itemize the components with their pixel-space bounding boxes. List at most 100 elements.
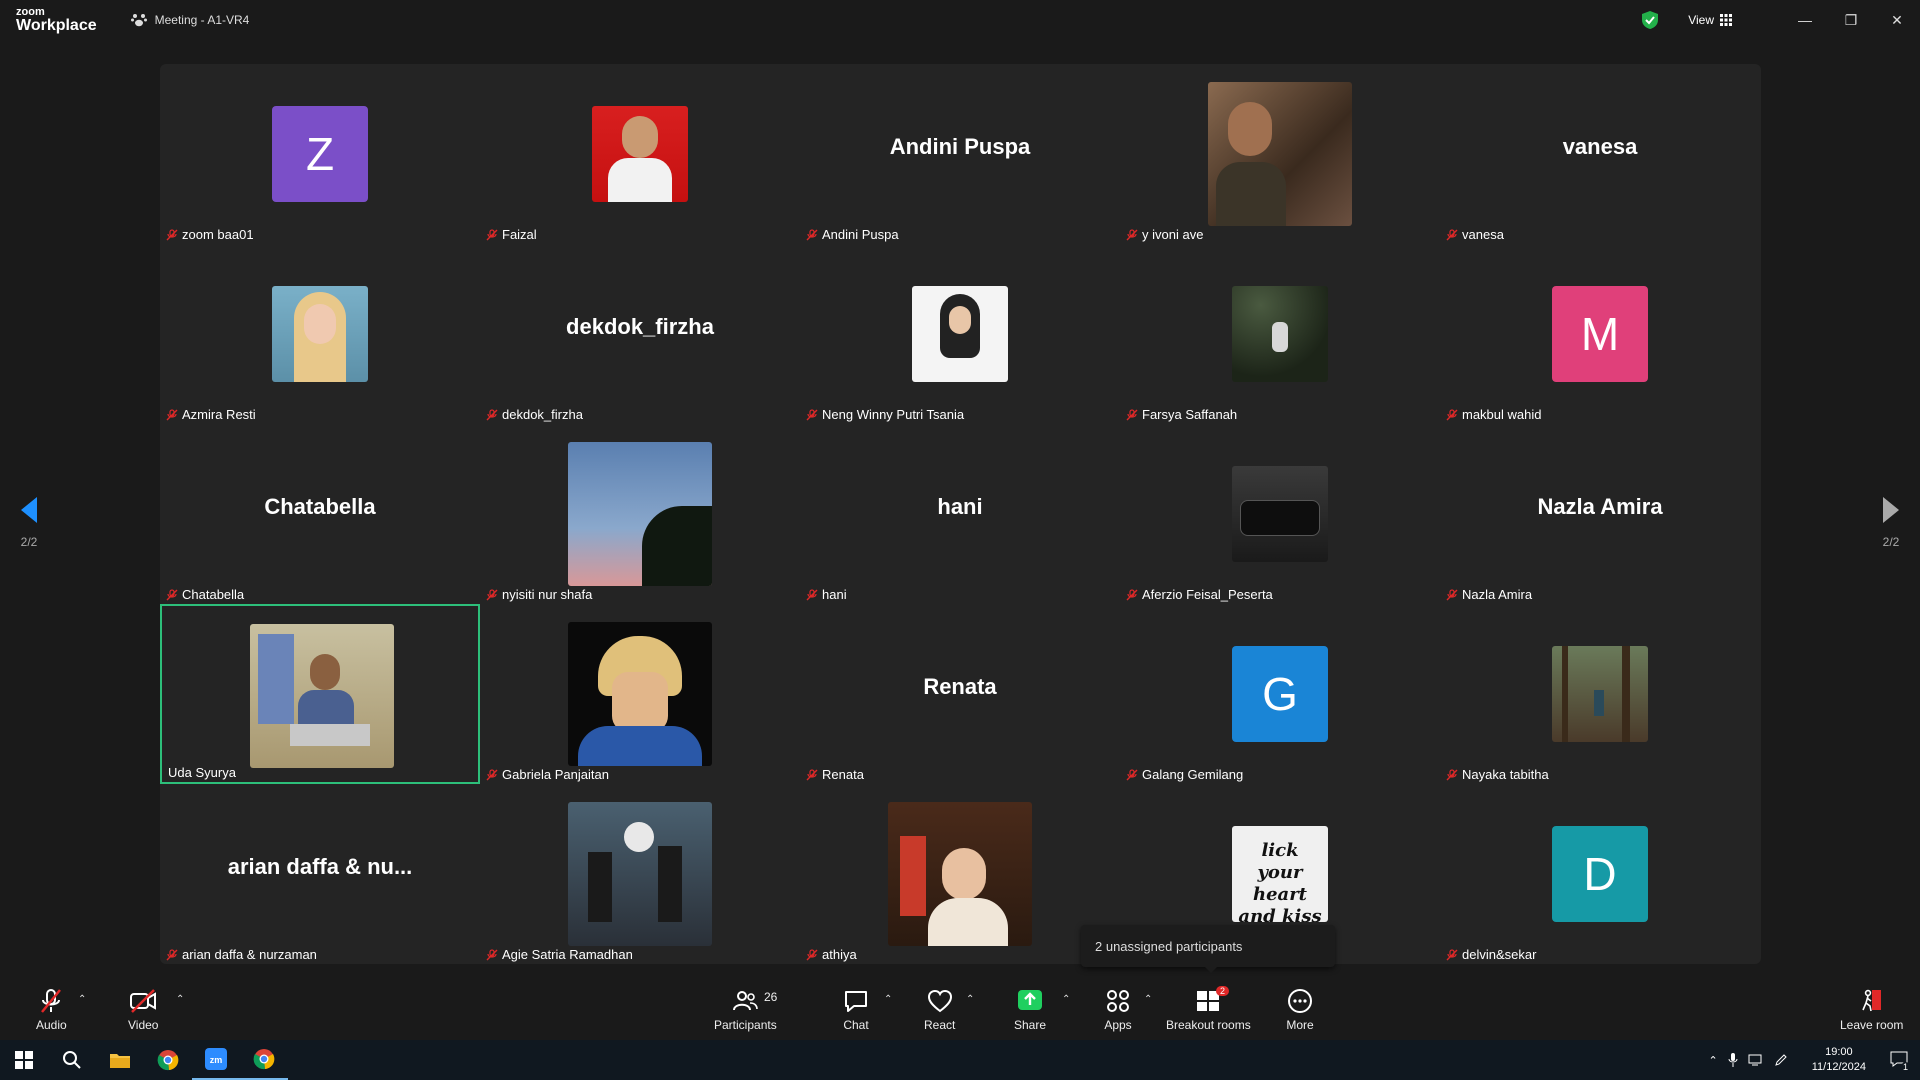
participant-tile[interactable]: Faizal: [480, 64, 800, 244]
react-caret-icon[interactable]: ⌃: [966, 994, 974, 1005]
participant-tile[interactable]: Gabriela Panjaitan: [480, 604, 800, 784]
more-icon: [1288, 989, 1312, 1013]
avatar-letter: M: [1552, 286, 1648, 382]
mic-muted-icon: [1126, 588, 1138, 600]
minimize-icon[interactable]: —: [1782, 0, 1828, 40]
participant-photo: [888, 802, 1032, 946]
participant-name: zoom baa01: [182, 227, 254, 242]
clock[interactable]: 19:00 11/12/2024: [1812, 1045, 1866, 1075]
chrome-icon[interactable]: [144, 1040, 192, 1080]
pen-icon[interactable]: [1774, 1053, 1788, 1067]
participant-display-name: Renata: [923, 674, 997, 699]
chat-button[interactable]: Chat: [842, 988, 870, 1032]
participant-tile[interactable]: Mmakbul wahid: [1440, 244, 1760, 424]
participant-tile[interactable]: Aferzio Feisal_Peserta: [1120, 424, 1440, 604]
participant-tile[interactable]: dekdok_firzha dekdok_firzha: [480, 244, 800, 424]
participant-tile[interactable]: Zzoom baa01: [160, 64, 480, 244]
participant-tile[interactable]: vanesa vanesa: [1440, 64, 1760, 244]
participant-tile[interactable]: Uda Syurya: [160, 604, 480, 784]
chat-label: Chat: [843, 1018, 869, 1032]
participant-tile[interactable]: Farsya Saffanah: [1120, 244, 1440, 424]
more-button[interactable]: More: [1286, 988, 1314, 1032]
chrome-profile-icon[interactable]: [240, 1040, 288, 1080]
participant-tile[interactable]: Ddelvin&sekar: [1440, 784, 1760, 964]
participant-tile[interactable]: nyisiti nur shafa: [480, 424, 800, 604]
participant-display-name: Nazla Amira: [1537, 494, 1663, 519]
restore-icon[interactable]: ❐: [1828, 0, 1874, 40]
participant-tile[interactable]: athiya: [800, 784, 1120, 964]
participant-name: Aferzio Feisal_Peserta: [1142, 587, 1273, 602]
participant-name: Chatabella: [182, 587, 245, 602]
participant-name-label: Chatabella: [166, 587, 244, 602]
participant-name: Renata: [822, 767, 864, 782]
participant-photo: [568, 622, 712, 766]
zoom-taskbar-icon[interactable]: zm: [192, 1040, 240, 1080]
apps-caret-icon[interactable]: ⌃: [1144, 994, 1152, 1005]
prev-page-button[interactable]: 2/2: [14, 495, 44, 549]
share-caret-icon[interactable]: ⌃: [1062, 994, 1070, 1005]
shield-icon[interactable]: [1642, 11, 1659, 29]
participant-tile[interactable]: Neng Winny Putri Tsania: [800, 244, 1120, 424]
microphone-icon[interactable]: [1728, 1053, 1738, 1067]
share-button[interactable]: Share: [1014, 988, 1046, 1032]
triangle-left-icon: [21, 497, 37, 523]
participant-name: Neng Winny Putri Tsania: [822, 407, 965, 422]
participant-name: hani: [822, 587, 847, 602]
participant-tile[interactable]: hani hani: [800, 424, 1120, 604]
close-icon[interactable]: ✕: [1874, 0, 1920, 40]
video-off-icon: [130, 989, 157, 1013]
search-icon[interactable]: [48, 1040, 96, 1080]
chat-caret-icon[interactable]: ⌃: [884, 994, 892, 1005]
tooltip-text: 2 unassigned participants: [1095, 938, 1243, 954]
mic-muted-icon: [41, 989, 62, 1013]
unassigned-tooltip: 2 unassigned participants: [1081, 925, 1335, 973]
mic-muted-icon: [1446, 588, 1458, 600]
breakout-rooms-button[interactable]: Breakout rooms 2: [1166, 986, 1251, 1032]
participant-tile[interactable]: Agie Satria Ramadhan: [480, 784, 800, 964]
more-label: More: [1286, 1018, 1314, 1032]
participant-tile[interactable]: Nazla Amira Nazla Amira: [1440, 424, 1760, 604]
participant-tile[interactable]: arian daffa & nu... arian daffa & nurzama…: [160, 784, 480, 964]
participant-tile[interactable]: Azmira Resti: [160, 244, 480, 424]
mic-muted-icon: [1126, 768, 1138, 780]
file-explorer-icon[interactable]: [96, 1040, 144, 1080]
participant-name-label: Nazla Amira: [1446, 587, 1532, 602]
participant-tile[interactable]: Andini Puspa Andini Puspa: [800, 64, 1120, 244]
video-caret-icon[interactable]: ⌃: [176, 994, 184, 1005]
video-button[interactable]: Video: [128, 988, 158, 1032]
mic-muted-icon: [806, 588, 818, 600]
zoom-logo: zoom Workplace: [16, 6, 97, 34]
mic-muted-icon: [486, 768, 498, 780]
chevron-up-icon[interactable]: ⌃: [1709, 1054, 1718, 1067]
grid-icon: [1720, 14, 1732, 26]
leave-room-button[interactable]: Leave room: [1840, 988, 1903, 1032]
mic-muted-icon: [1126, 408, 1138, 420]
windows-taskbar: zm ⌃ 19:00 11/12/2024 1: [0, 1040, 1920, 1080]
react-button[interactable]: React: [924, 988, 955, 1032]
mic-muted-icon: [1446, 948, 1458, 960]
participant-tile[interactable]: G Galang Gemilang: [1120, 604, 1440, 784]
windows-start-icon[interactable]: [0, 1040, 48, 1080]
participant-tile[interactable]: Chatabella Chatabella: [160, 424, 480, 604]
meeting-title[interactable]: Meeting - A1-VR4: [130, 13, 249, 27]
participant-tile[interactable]: Renata Renata: [800, 604, 1120, 784]
participant-tile[interactable]: y ivoni ave: [1120, 64, 1440, 244]
participant-name: arian daffa & nurzaman: [182, 947, 317, 962]
chat-icon: [845, 991, 867, 1012]
page-indicator-left: 2/2: [20, 535, 38, 549]
notifications-icon[interactable]: 1: [1890, 1051, 1910, 1072]
participant-tile[interactable]: Nayaka tabitha: [1440, 604, 1760, 784]
title-bar: zoom Workplace Meeting - A1-VR4 View — ❐…: [0, 0, 1920, 40]
apps-button[interactable]: Apps: [1104, 988, 1132, 1032]
network-icon[interactable]: [1748, 1053, 1764, 1067]
view-button[interactable]: View: [1688, 13, 1732, 27]
audio-button[interactable]: Audio: [36, 988, 67, 1032]
mic-muted-icon: [166, 228, 178, 240]
audio-caret-icon[interactable]: ⌃: [78, 994, 86, 1005]
participants-button[interactable]: Participants 26: [714, 988, 777, 1032]
next-page-button[interactable]: 2/2: [1876, 495, 1906, 549]
participant-name-label: Azmira Resti: [166, 407, 256, 422]
participant-name: nyisiti nur shafa: [502, 587, 593, 602]
leave-room-icon: [1861, 989, 1881, 1012]
participants-icon: [733, 991, 759, 1011]
